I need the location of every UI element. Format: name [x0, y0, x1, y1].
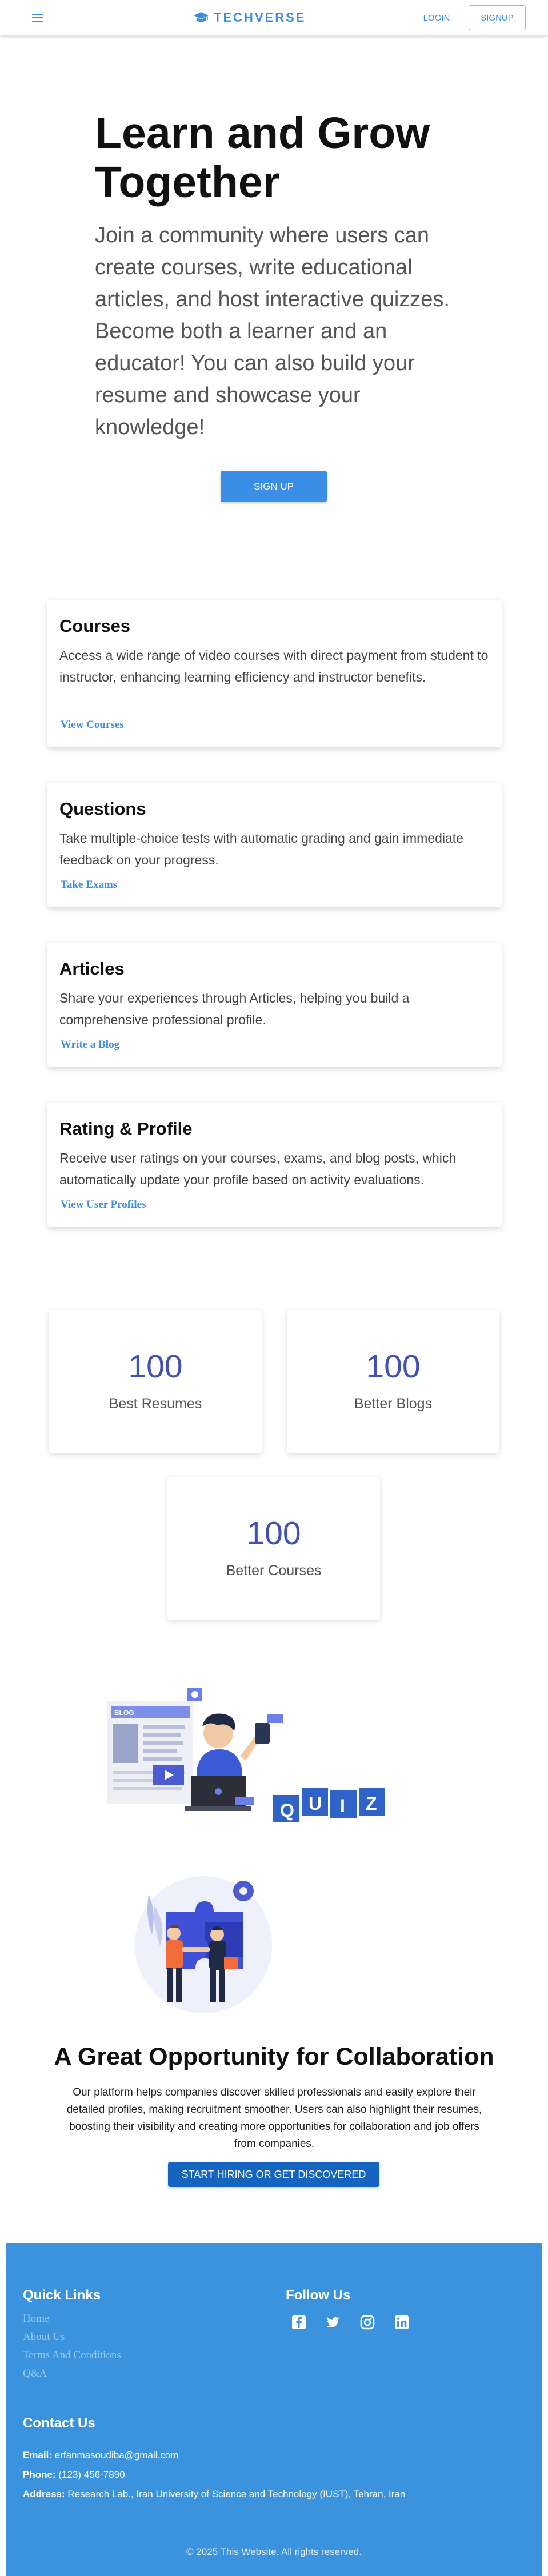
copyright-text: © 2025 This Website. All rights reserved… — [186, 2546, 362, 2557]
hero-subtitle: Join a community where users can create … — [95, 223, 450, 439]
stat-better-blogs: 100 Better Blogs — [287, 1310, 499, 1453]
feature-title: Courses — [59, 616, 131, 636]
collaboration-text: Our platform helps companies discover sk… — [66, 2086, 482, 2150]
stat-better-courses: 100 Better Courses — [167, 1477, 380, 1620]
top-navbar: TECHVERSE LOGIN SIGNUP — [0, 0, 548, 35]
footer-link-home[interactable]: Home — [23, 2313, 49, 2325]
signup-button[interactable]: SIGNUP — [469, 5, 526, 30]
footer-link-qa[interactable]: Q&A — [23, 2367, 47, 2380]
stat-label: Best Resumes — [109, 1396, 202, 1412]
quiz-letters: Q U I Z — [273, 1788, 385, 1822]
svg-text:Q: Q — [280, 1800, 294, 1821]
stat-value: 100 — [246, 1515, 301, 1552]
address-value: Research Lab., Iran University of Scienc… — [67, 2489, 406, 2499]
login-button[interactable]: LOGIN — [416, 9, 457, 26]
feature-title: Articles — [59, 959, 125, 979]
feature-card-questions: Questions Take multiple-choice tests wit… — [47, 783, 502, 907]
contact-phone: Phone: (123) 456-7890 — [23, 2469, 125, 2480]
puzzle-handshake-illustration — [135, 1876, 272, 2013]
feature-description: Take multiple-choice tests with automati… — [59, 831, 463, 867]
brand-name: TECHVERSE — [214, 10, 306, 25]
stat-value: 100 — [128, 1348, 183, 1385]
footer-link-terms[interactable]: Terms And Conditions — [23, 2349, 121, 2362]
view-courses-link[interactable]: View Courses — [61, 719, 124, 731]
contact-address: Address: Research Lab., Iran University … — [23, 2489, 406, 2499]
write-blog-link[interactable]: Write a Blog — [61, 1039, 119, 1051]
feature-card-articles: Articles Share your experiences through … — [47, 943, 502, 1067]
follow-us-title: Follow Us — [286, 2287, 351, 2303]
feature-title: Rating & Profile — [59, 1119, 193, 1139]
graduation-cap-icon — [194, 12, 209, 22]
blog-quiz-illustration: BLOG Q U I Z — [107, 1688, 385, 1822]
feature-title: Questions — [59, 799, 146, 819]
linkedin-icon[interactable] — [393, 2314, 410, 2331]
footer-link-about-us[interactable]: About Us — [23, 2331, 65, 2343]
collaboration-title: A Great Opportunity for Collaboration — [54, 2043, 494, 2070]
hero-signup-button[interactable]: SIGN UP — [221, 471, 327, 502]
svg-text:Z: Z — [366, 1793, 377, 1814]
email-value[interactable]: erfanmasoudiba@gmail.com — [55, 2450, 179, 2461]
twitter-icon[interactable] — [325, 2314, 342, 2331]
contact-us-title: Contact Us — [23, 2415, 95, 2431]
quick-links-title: Quick Links — [23, 2287, 101, 2303]
contact-email: Email: erfanmasoudiba@gmail.com — [23, 2450, 179, 2461]
stat-value: 100 — [366, 1348, 421, 1385]
facebook-icon[interactable] — [290, 2314, 307, 2331]
stat-label: Better Blogs — [354, 1396, 433, 1412]
start-hiring-button[interactable]: START HIRING OR GET DISCOVERED — [168, 2162, 379, 2187]
feature-card-rating-profile: Rating & Profile Receive user ratings on… — [47, 1103, 502, 1227]
feature-description: Receive user ratings on your courses, ex… — [59, 1151, 457, 1187]
svg-text:U: U — [309, 1793, 322, 1814]
blog-tag: BLOG — [114, 1709, 134, 1717]
take-exams-link[interactable]: Take Exams — [61, 879, 117, 891]
menu-icon[interactable] — [31, 11, 45, 25]
view-user-profiles-link[interactable]: View User Profiles — [61, 1199, 146, 1211]
feature-description: Share your experiences through Articles,… — [59, 991, 410, 1027]
phone-value: (123) 456-7890 — [58, 2469, 125, 2480]
feature-card-courses: Courses Access a wide range of video cou… — [47, 600, 502, 747]
instagram-icon[interactable] — [359, 2314, 376, 2331]
brand-logo[interactable]: TECHVERSE — [193, 9, 306, 26]
svg-text:I: I — [340, 1796, 345, 1816]
stat-best-resumes: 100 Best Resumes — [49, 1310, 262, 1453]
hero-title: Learn and Grow Together — [95, 109, 430, 207]
footer: Quick Links Home About Us Terms And Cond… — [6, 2243, 542, 2576]
feature-description: Access a wide range of video courses wit… — [59, 648, 489, 684]
stat-label: Better Courses — [226, 1563, 322, 1579]
